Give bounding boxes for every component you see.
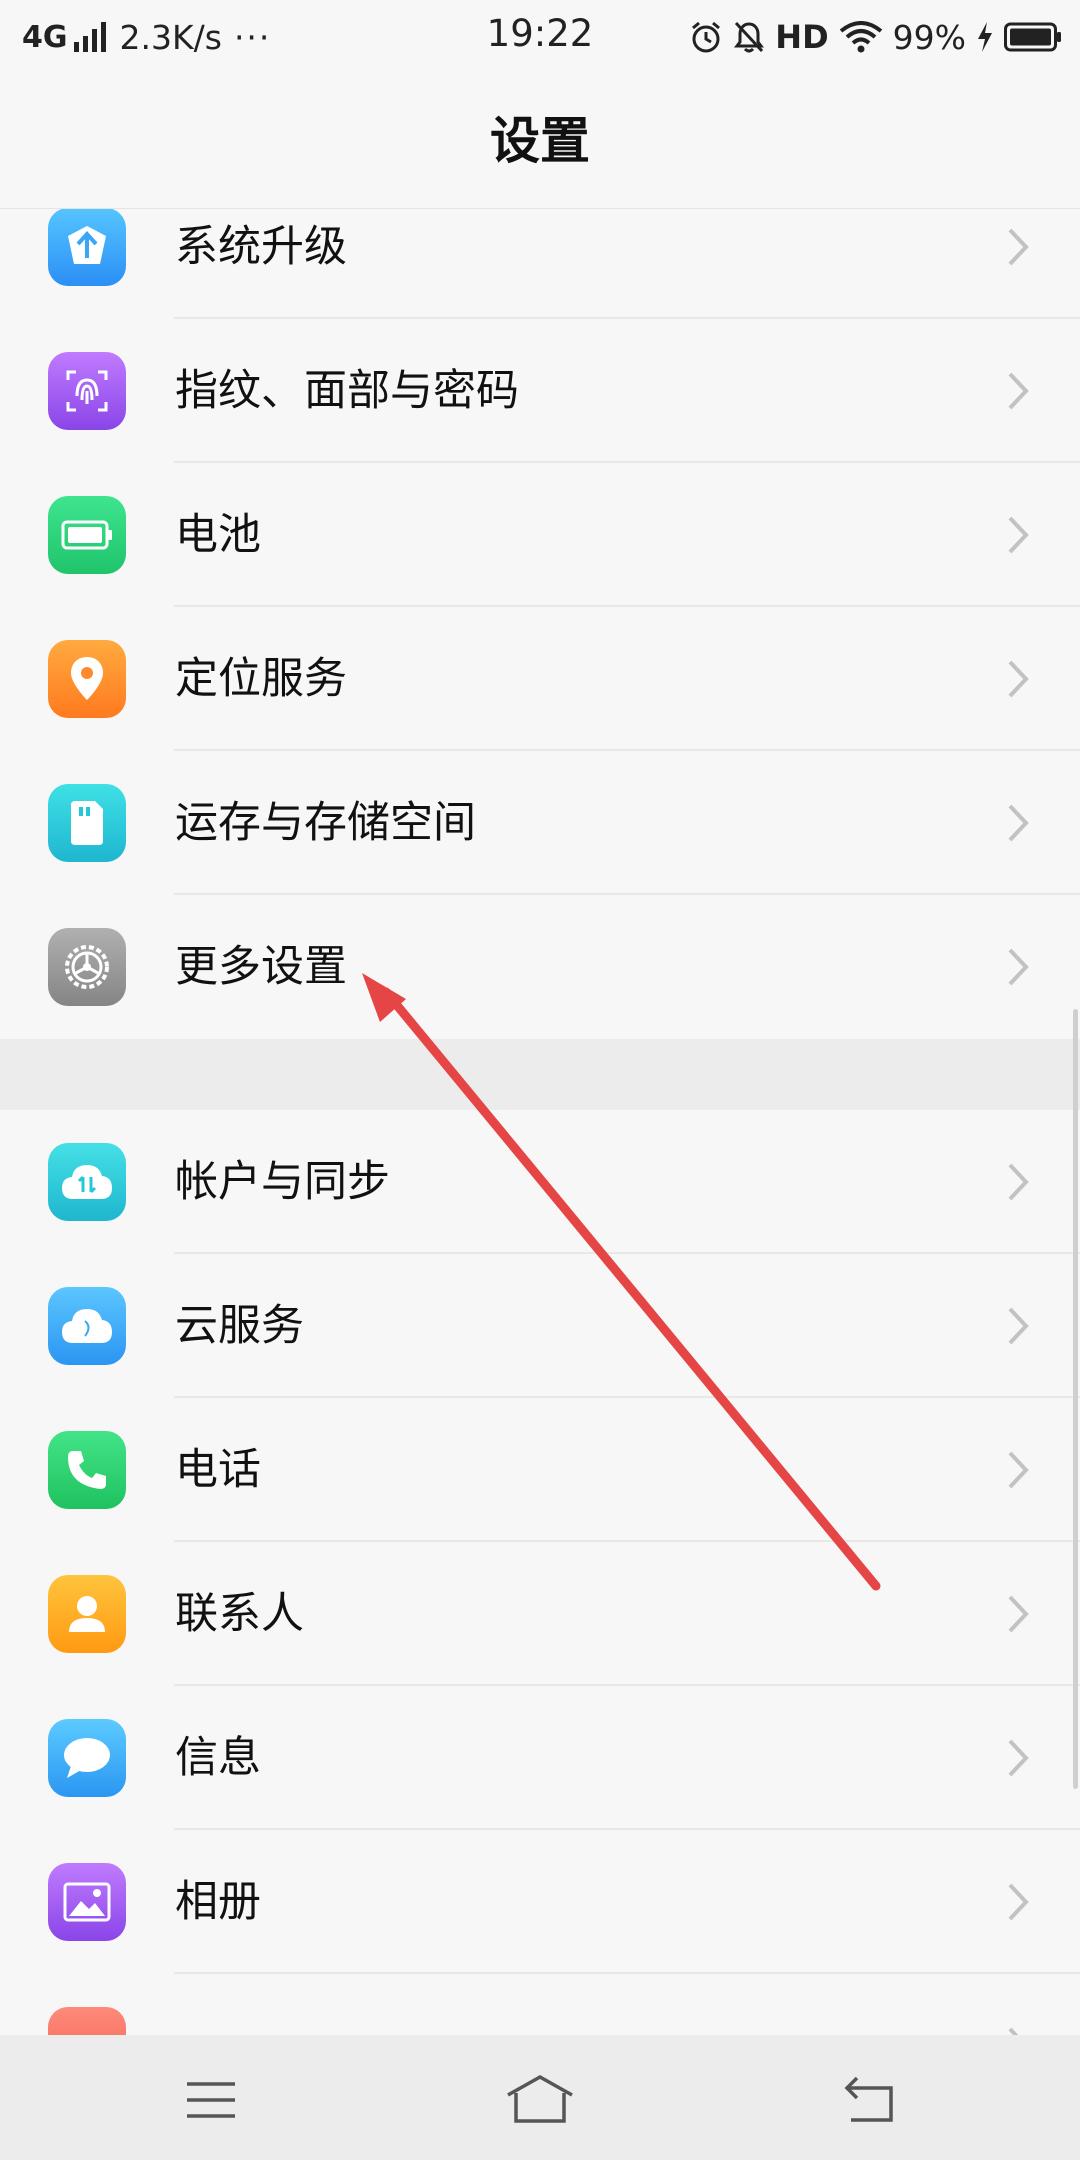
wifi-icon xyxy=(839,21,882,53)
app-header: 设置 xyxy=(0,74,1080,209)
location-icon xyxy=(48,640,126,718)
settings-item-location[interactable]: 定位服务 xyxy=(0,607,1080,751)
settings-item-gallery[interactable]: 相册 xyxy=(0,1830,1080,1974)
settings-item-contacts[interactable]: 联系人 xyxy=(0,1542,1080,1686)
battery-icon xyxy=(48,496,126,574)
chevron-right-icon xyxy=(1008,516,1029,554)
chevron-right-icon xyxy=(1008,1307,1029,1345)
settings-item-fingerprint[interactable]: 指纹、面部与密码 xyxy=(0,319,1080,463)
settings-item-cloud-service[interactable]: 云服务 xyxy=(0,1254,1080,1398)
settings-item-label: 信息 xyxy=(175,1733,261,1783)
status-bar: 4G 2.3K/s ··· 19:22 HD 99% xyxy=(0,0,1080,74)
system-upgrade-icon xyxy=(48,209,126,286)
settings-item-label: 云服务 xyxy=(175,1301,304,1351)
back-icon xyxy=(844,2076,893,2122)
storage-icon xyxy=(48,784,126,862)
fingerprint-icon xyxy=(48,352,126,430)
chevron-right-icon xyxy=(1008,1595,1029,1633)
settings-item-label: 系统升级 xyxy=(175,222,347,272)
battery-icon xyxy=(1004,22,1061,52)
menu-button[interactable] xyxy=(156,2055,266,2145)
home-button[interactable] xyxy=(485,2055,595,2145)
settings-item-label: 定位服务 xyxy=(175,654,347,704)
chevron-right-icon xyxy=(1008,1163,1029,1201)
gear-icon xyxy=(48,928,126,1006)
settings-item-label: 运存与存储空间 xyxy=(175,798,476,848)
home-icon xyxy=(507,2074,573,2123)
mute-bell-icon xyxy=(734,21,765,53)
settings-item-storage[interactable]: 运存与存储空间 xyxy=(0,751,1080,895)
charging-icon xyxy=(978,22,992,52)
cloud-icon xyxy=(48,1287,126,1365)
chevron-right-icon xyxy=(1008,2027,1019,2035)
settings-item-system-upgrade[interactable]: 系统升级 xyxy=(0,209,1080,319)
chevron-right-icon xyxy=(1008,660,1029,698)
chevron-right-icon xyxy=(1008,1739,1029,1777)
status-right: HD 99% xyxy=(679,12,1062,62)
chevron-right-icon xyxy=(1008,1883,1029,1921)
scrollbar[interactable] xyxy=(1073,1009,1078,1789)
message-icon xyxy=(48,1719,126,1797)
battery-percent: 99% xyxy=(892,17,966,57)
settings-item-label: 电池 xyxy=(175,510,261,560)
app-icon xyxy=(48,2007,126,2035)
hd-indicator: HD xyxy=(775,18,829,56)
settings-item-partial[interactable] xyxy=(0,1974,1080,2035)
chevron-right-icon xyxy=(1008,1451,1029,1489)
chevron-right-icon xyxy=(1008,372,1029,410)
account-sync-icon xyxy=(48,1143,126,1221)
settings-item-label: 指纹、面部与密码 xyxy=(175,366,519,416)
alarm-icon xyxy=(692,21,721,53)
menu-icon xyxy=(187,2082,235,2118)
back-button[interactable] xyxy=(814,2055,924,2145)
settings-item-label: 联系人 xyxy=(175,1589,304,1639)
phone-icon xyxy=(48,1431,126,1509)
chevron-right-icon xyxy=(1008,948,1029,986)
settings-item-label: 帐户与同步 xyxy=(175,1157,390,1207)
settings-item-more-settings[interactable]: 更多设置 xyxy=(0,895,1080,1039)
section-gap xyxy=(0,1039,1080,1110)
navigation-bar xyxy=(0,2035,1080,2160)
settings-item-label: 相册 xyxy=(175,1877,261,1927)
settings-item-label: 电话 xyxy=(175,1445,261,1495)
chevron-right-icon xyxy=(1008,804,1029,842)
page-title: 设置 xyxy=(490,112,590,170)
settings-item-phone[interactable]: 电话 xyxy=(0,1398,1080,1542)
contacts-icon xyxy=(48,1575,126,1653)
settings-item-account-sync[interactable]: 帐户与同步 xyxy=(0,1110,1080,1254)
settings-item-battery[interactable]: 电池 xyxy=(0,463,1080,607)
settings-item-label: 更多设置 xyxy=(175,942,347,992)
chevron-right-icon xyxy=(1008,228,1029,266)
gallery-icon xyxy=(48,1863,126,1941)
settings-list[interactable]: 系统升级 指纹、面部与密码 电池 定位服务 运存与存储空间 更多设置 帐户与同步… xyxy=(0,209,1080,2035)
settings-item-messages[interactable]: 信息 xyxy=(0,1686,1080,1830)
